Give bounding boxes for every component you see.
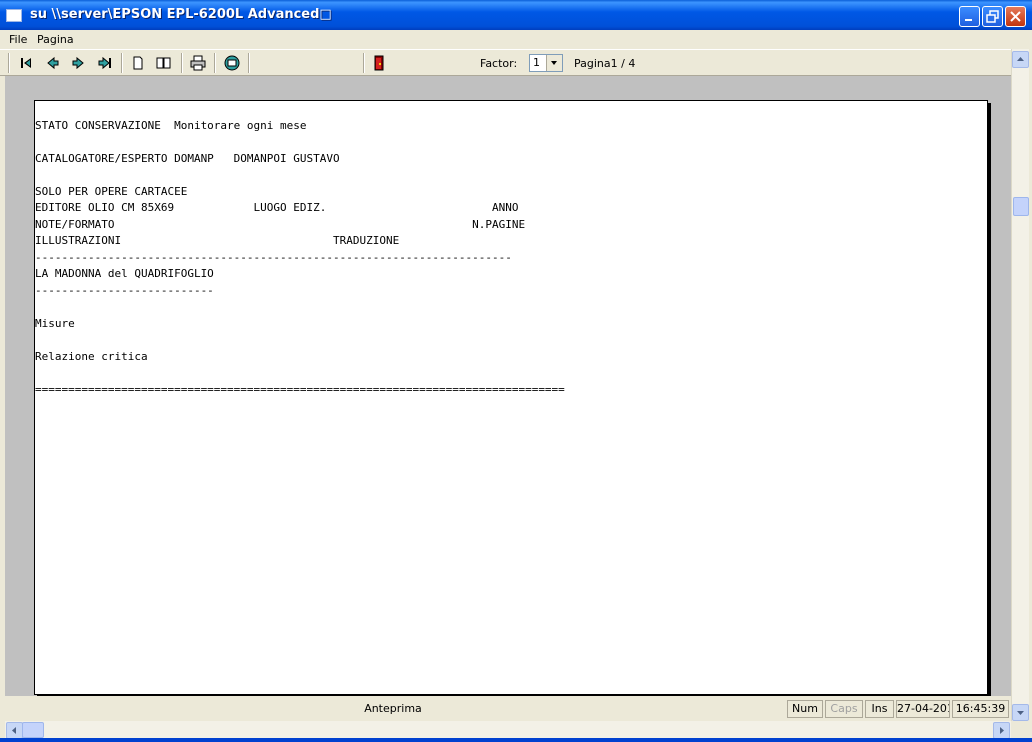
print-button[interactable] <box>188 53 208 73</box>
status-date: 27-04-2016 <box>896 700 950 718</box>
close-button[interactable] <box>1005 6 1026 27</box>
doc-line: CATALOGATORE/ESPERTO DOMANP DOMANPOI GUS… <box>35 152 340 165</box>
doc-line: --------------------------- <box>35 284 214 297</box>
toolbar-grip <box>8 53 10 73</box>
next-page-button[interactable] <box>68 53 88 73</box>
next-page-icon <box>72 56 84 70</box>
last-page-button[interactable] <box>95 53 115 73</box>
status-main: Anteprima <box>364 702 422 715</box>
chevron-up-icon <box>1017 57 1024 61</box>
status-bar: Anteprima Num Caps Ins 27-04-2016 16:45:… <box>0 698 1011 720</box>
two-pages-button[interactable] <box>154 53 174 73</box>
chevron-down-icon <box>1017 711 1024 715</box>
toolbar-separator <box>181 53 183 73</box>
horizontal-scrollbar[interactable] <box>5 721 1011 739</box>
minimize-icon <box>965 19 972 21</box>
status-num: Num <box>787 700 823 718</box>
doc-line: ========================================… <box>35 383 565 396</box>
toolbar: Factor: 1 Pagina1 / 4 <box>0 49 1012 76</box>
doc-line: EDITORE OLIO CM 85X69 LUOGO EDIZ. ANNO <box>35 201 519 214</box>
first-page-button[interactable] <box>17 53 37 73</box>
two-pages-icon <box>156 57 171 69</box>
restore-button[interactable] <box>982 6 1003 27</box>
menu-file[interactable]: File <box>9 33 27 46</box>
exit-button[interactable] <box>369 53 389 73</box>
scroll-up-button[interactable] <box>1012 51 1029 68</box>
window-bottom-border <box>0 738 1032 742</box>
doc-line: NOTE/FORMATO N.PAGINE <box>35 218 526 231</box>
toolbar-separator <box>121 53 123 73</box>
scroll-thumb[interactable] <box>1013 197 1029 216</box>
horizontal-scroll-thumb[interactable] <box>22 722 44 738</box>
status-time: 16:45:39 <box>952 700 1009 718</box>
toolbar-separator <box>363 53 365 73</box>
restore-icon <box>986 10 999 23</box>
vertical-scrollbar[interactable] <box>1011 49 1029 721</box>
menu-bar: File Pagina <box>0 30 1032 49</box>
toolbar-separator <box>214 53 216 73</box>
doc-line: STATO CONSERVAZIONE Monitorare ogni mese <box>35 119 307 132</box>
page-indicator: Pagina1 / 4 <box>574 57 636 70</box>
close-icon <box>1010 11 1021 22</box>
status-ins: Ins <box>865 700 894 718</box>
factor-value: 1 <box>533 56 540 69</box>
print-preview-window: su \\server\EPSON EPL-6200L Advanced□ Fi… <box>0 0 1032 742</box>
window-icon <box>6 9 22 22</box>
scroll-left-button[interactable] <box>6 722 23 739</box>
single-page-button[interactable] <box>128 53 148 73</box>
first-page-icon <box>21 58 31 68</box>
factor-select[interactable]: 1 <box>529 54 563 72</box>
chevron-down-icon <box>551 61 557 65</box>
doc-line: ILLUSTRAZIONI TRADUZIONE <box>35 234 400 247</box>
doc-line: SOLO PER OPERE CARTACEE <box>35 185 188 198</box>
exit-door-icon <box>374 55 384 71</box>
factor-dropdown-button[interactable] <box>546 55 562 71</box>
previous-page-icon <box>47 56 59 70</box>
status-caps: Caps <box>825 700 863 718</box>
printer-setup-button[interactable] <box>222 53 242 73</box>
doc-line: LA MADONNA del QUADRIFOGLIO <box>35 267 214 280</box>
scroll-right-button[interactable] <box>993 722 1010 739</box>
doc-line: ----------------------------------------… <box>35 251 512 264</box>
last-page-icon <box>98 56 111 70</box>
minimize-button[interactable] <box>959 6 980 27</box>
factor-label: Factor: <box>480 57 518 70</box>
toolbar-separator <box>248 53 250 73</box>
single-page-icon <box>133 56 143 70</box>
doc-line: Misure <box>35 317 75 330</box>
document-page: STATO CONSERVAZIONE Monitorare ogni mese… <box>34 100 988 695</box>
preview-area[interactable]: STATO CONSERVAZIONE Monitorare ogni mese… <box>5 76 1011 696</box>
title-bar[interactable]: su \\server\EPSON EPL-6200L Advanced□ <box>0 0 1032 30</box>
chevron-right-icon <box>1000 727 1004 734</box>
printer-icon <box>190 55 206 71</box>
menu-pagina[interactable]: Pagina <box>37 33 74 46</box>
window-title: su \\server\EPSON EPL-6200L Advanced□ <box>30 7 332 22</box>
previous-page-button[interactable] <box>43 53 63 73</box>
chevron-left-icon <box>12 727 16 734</box>
doc-line: Relazione critica <box>35 350 148 363</box>
printer-setup-icon <box>224 55 240 71</box>
scroll-down-button[interactable] <box>1012 704 1029 721</box>
